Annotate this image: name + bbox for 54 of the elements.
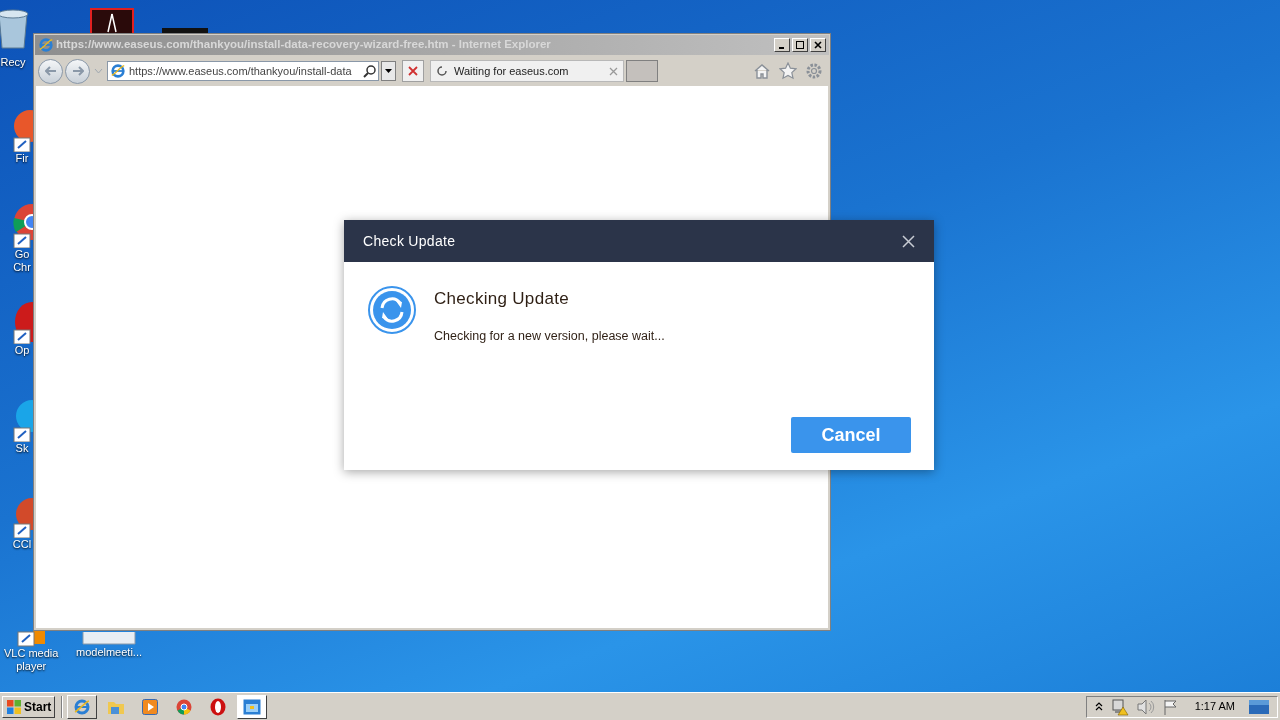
dialog-heading: Checking Update [434,288,570,310]
internet-explorer-icon [110,63,126,79]
show-desktop-icon[interactable] [1249,699,1269,714]
address-bar[interactable]: https://www.easeus.com/thankyou/install-data [107,61,379,81]
stop-button[interactable] [402,60,424,82]
speaker-icon[interactable] [1136,698,1155,715]
home-icon[interactable] [753,62,771,80]
cancel-button[interactable]: Cancel [791,417,911,453]
address-text: https://www.easeus.com/thankyou/install-data [129,63,353,79]
star-icon[interactable] [779,62,797,80]
desktop-icon-label[interactable]: Fir [15,152,29,165]
dialog-message: Checking for a new version, please wait... [434,327,665,345]
refresh-icon [367,285,417,335]
caret-icon [94,68,103,74]
forward-button[interactable] [65,58,90,84]
clock[interactable]: 1:17 AM [1194,698,1235,715]
desktop-icon-label[interactable]: Recy [0,56,26,69]
taskbar-button[interactable] [237,694,268,719]
file-icon [81,632,137,646]
desktop-icon-label[interactable]: modelmeeti... [76,646,143,659]
address-dropdown-button[interactable] [381,61,396,81]
taskbar-button[interactable] [67,694,98,719]
caret-icon [385,69,392,73]
flag-icon[interactable] [1162,698,1179,715]
back-button[interactable] [38,58,63,84]
maximize-icon [796,41,804,49]
desktop-icon-label[interactable]: Op [14,344,30,357]
media-player-icon [142,698,159,715]
dialog-title: Check Update [363,231,457,251]
new-tab-button[interactable] [626,60,658,82]
close-icon[interactable] [902,234,915,248]
close-icon [408,66,418,76]
minimize-button[interactable] [774,38,790,52]
close-icon [814,41,822,49]
network-warning-icon[interactable] [1110,697,1129,716]
settings-icon[interactable] [805,62,823,80]
desktop-icon-label[interactable]: Go Chr [13,248,31,274]
internet-explorer-icon [73,697,92,716]
close-button[interactable] [810,38,826,52]
windows-logo-icon [6,698,22,715]
forward-arrow-icon [71,66,84,76]
maximize-button[interactable] [792,38,808,52]
chrome-icon [176,698,193,715]
back-arrow-icon [44,66,57,76]
desktop-icon-label[interactable]: CCl [12,538,32,551]
browser-tab[interactable]: Waiting for easeus.com [430,60,624,82]
chevron-up-icon[interactable] [1094,701,1103,712]
loading-spinner-icon [436,65,448,77]
tab-title: Waiting for easeus.com [454,63,570,79]
internet-explorer-icon [38,37,54,53]
search-icon [363,64,376,78]
start-button[interactable]: Start [2,695,56,718]
desktop-icon-label[interactable]: Sk [15,442,29,455]
desktop-icon-label[interactable]: VLC media player [4,647,59,673]
